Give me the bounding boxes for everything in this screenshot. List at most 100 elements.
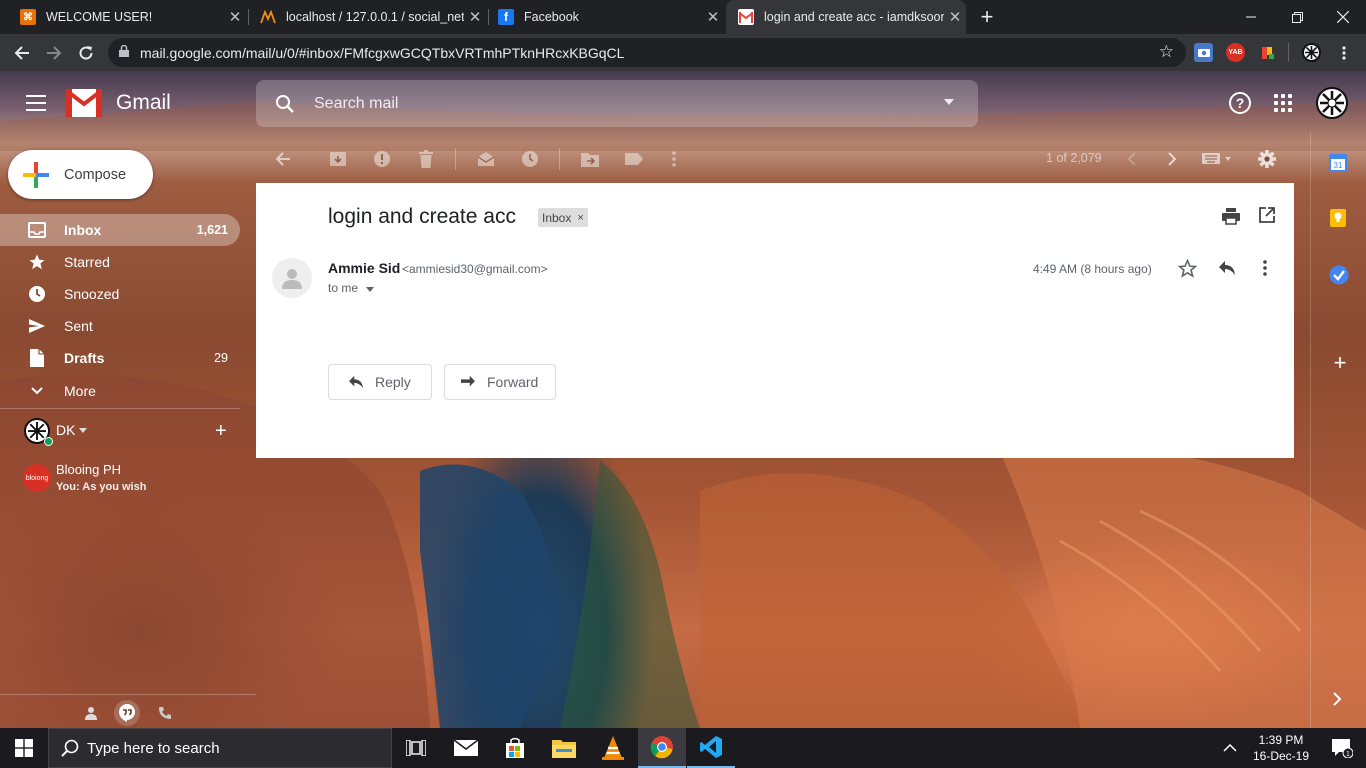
nav-drafts[interactable]: Drafts 29 <box>0 342 240 374</box>
back-icon[interactable] <box>6 34 38 71</box>
vscode-icon[interactable] <box>687 728 735 768</box>
account-avatar[interactable] <box>1316 87 1348 119</box>
search-options-dropdown-icon[interactable] <box>944 99 954 105</box>
camera-extension-icon[interactable] <box>1194 43 1213 62</box>
reply-arrow-icon[interactable] <box>1218 260 1238 280</box>
get-addons-plus-icon[interactable]: + <box>1331 352 1349 374</box>
reply-button[interactable]: Reply <box>328 364 432 400</box>
forward-button[interactable]: Forward <box>444 364 556 400</box>
microsoft-store-icon[interactable] <box>491 728 539 768</box>
message-more-options-icon[interactable] <box>1263 260 1273 280</box>
inbox-count: 1,621 <box>196 223 228 237</box>
profile-avatar-icon[interactable] <box>1302 43 1321 62</box>
main-menu-icon[interactable] <box>24 92 48 114</box>
input-tools-keyboard-icon[interactable] <box>1200 149 1234 169</box>
delete-icon[interactable] <box>416 149 436 169</box>
phpmyadmin-favicon-icon <box>260 9 276 25</box>
svg-text:31: 31 <box>1334 161 1343 170</box>
taskbar-search-box[interactable]: Type here to search <box>48 728 392 768</box>
url-text[interactable]: mail.google.com/mail/u/0/#inbox/FMfcgxwG… <box>140 45 624 61</box>
action-center-notification-icon[interactable]: 1 <box>1318 728 1366 768</box>
gmail-logo-text[interactable]: Gmail <box>116 91 171 115</box>
minimize-window-icon[interactable] <box>1228 0 1274 34</box>
close-tab-icon[interactable]: ✕ <box>464 8 486 26</box>
close-window-icon[interactable] <box>1320 0 1366 34</box>
tab-welcome[interactable]: ⌘ WELCOME USER! ✕ <box>8 0 246 34</box>
contact-avatar[interactable]: bloiong <box>23 464 51 492</box>
yab-extension-icon[interactable]: YAB <box>1226 43 1245 62</box>
close-tab-icon[interactable]: ✕ <box>944 8 966 26</box>
restore-window-icon[interactable] <box>1274 0 1320 34</box>
hangouts-status-dropdown-icon[interactable] <box>79 428 87 433</box>
browser-tab-bar: ⌘ WELCOME USER! ✕ localhost / 127.0.0.1 … <box>0 0 1366 34</box>
close-tab-icon[interactable]: ✕ <box>224 8 246 26</box>
help-icon[interactable]: ? <box>1229 92 1251 114</box>
keep-notes-icon[interactable] <box>1329 209 1349 229</box>
show-hidden-icons-chevron-icon[interactable] <box>1212 728 1248 768</box>
nav-more[interactable]: More <box>0 375 240 407</box>
contacts-person-icon[interactable] <box>78 700 104 726</box>
print-icon[interactable] <box>1222 207 1242 227</box>
new-tab-button[interactable]: + <box>976 4 998 30</box>
open-in-new-window-icon[interactable] <box>1259 207 1279 227</box>
move-to-icon[interactable] <box>580 149 600 169</box>
sender-avatar[interactable] <box>272 258 312 298</box>
show-details-dropdown-icon[interactable] <box>366 287 374 292</box>
archive-icon[interactable] <box>328 149 348 169</box>
back-to-inbox-icon[interactable] <box>273 149 293 169</box>
chrome-menu-icon[interactable] <box>1328 34 1360 71</box>
contact-name[interactable]: Blooing PH <box>56 462 121 477</box>
tab-facebook[interactable]: f Facebook ✕ <box>486 0 724 34</box>
search-icon[interactable] <box>256 94 314 114</box>
google-apps-icon[interactable] <box>1274 94 1292 112</box>
show-side-panel-chevron-icon[interactable] <box>1332 692 1346 708</box>
tab-gmail-active[interactable]: login and create acc - iamdksoon ✕ <box>726 0 966 34</box>
address-bar[interactable]: mail.google.com/mail/u/0/#inbox/FMfcgxwG… <box>108 38 1186 67</box>
sender-email: <ammiesid30@gmail.com> <box>402 262 548 276</box>
mark-as-unread-icon[interactable] <box>476 149 496 169</box>
phone-call-icon[interactable] <box>152 700 178 726</box>
star-email-icon[interactable] <box>1177 258 1198 279</box>
color-extension-icon[interactable] <box>1258 43 1277 62</box>
nav-sent[interactable]: Sent <box>0 310 240 342</box>
facebook-favicon-icon: f <box>498 9 514 25</box>
label-tag-icon[interactable] <box>624 149 644 169</box>
recipient-text: to me <box>328 281 359 295</box>
remove-label-icon[interactable]: × <box>577 212 583 224</box>
tab-phpmyadmin[interactable]: localhost / 127.0.0.1 / social_netw ✕ <box>248 0 486 34</box>
task-view-icon[interactable] <box>392 728 440 768</box>
vlc-player-icon[interactable] <box>589 728 637 768</box>
calendar-icon[interactable]: 31 <box>1329 154 1349 174</box>
bookmark-star-icon[interactable]: ☆ <box>1159 42 1174 62</box>
sender-name[interactable]: Ammie Sid <box>328 260 400 276</box>
settings-gear-icon[interactable] <box>1257 149 1277 169</box>
forward-icon[interactable] <box>38 34 70 71</box>
hangouts-user-name[interactable]: DK <box>56 422 75 438</box>
tasks-icon[interactable] <box>1329 265 1349 285</box>
snooze-clock-icon[interactable] <box>520 149 540 169</box>
close-tab-icon[interactable]: ✕ <box>702 8 724 26</box>
new-conversation-plus-icon[interactable]: + <box>215 420 227 443</box>
nav-snoozed[interactable]: Snoozed <box>0 278 240 310</box>
windows-start-icon[interactable] <box>0 728 48 768</box>
report-spam-icon[interactable] <box>372 149 392 169</box>
gmail-logo-icon[interactable] <box>65 89 103 117</box>
more-options-icon[interactable] <box>664 149 684 169</box>
newer-chevron-left-icon[interactable] <box>1122 149 1142 169</box>
chrome-taskbar-icon[interactable] <box>638 728 686 768</box>
taskbar-clock[interactable]: 1:39 PM 16-Dec-19 <box>1248 732 1314 764</box>
nav-inbox[interactable]: Inbox 1,621 <box>0 214 240 246</box>
reload-icon[interactable] <box>70 34 102 71</box>
file-explorer-icon[interactable] <box>540 728 588 768</box>
inbox-label-chip[interactable]: Inbox × <box>538 208 588 227</box>
online-status-dot <box>44 437 53 446</box>
nav-starred[interactable]: Starred <box>0 246 240 278</box>
hangouts-chat-icon[interactable] <box>114 700 140 726</box>
older-chevron-right-icon[interactable] <box>1162 149 1182 169</box>
compose-button[interactable]: Compose <box>8 150 153 199</box>
mail-app-icon[interactable] <box>442 728 490 768</box>
search-input[interactable]: Search mail <box>314 95 398 113</box>
contact-last-message[interactable]: You: As you wish <box>56 481 146 493</box>
search-bar[interactable]: Search mail <box>256 80 978 127</box>
gmail-favicon-icon <box>738 9 754 25</box>
